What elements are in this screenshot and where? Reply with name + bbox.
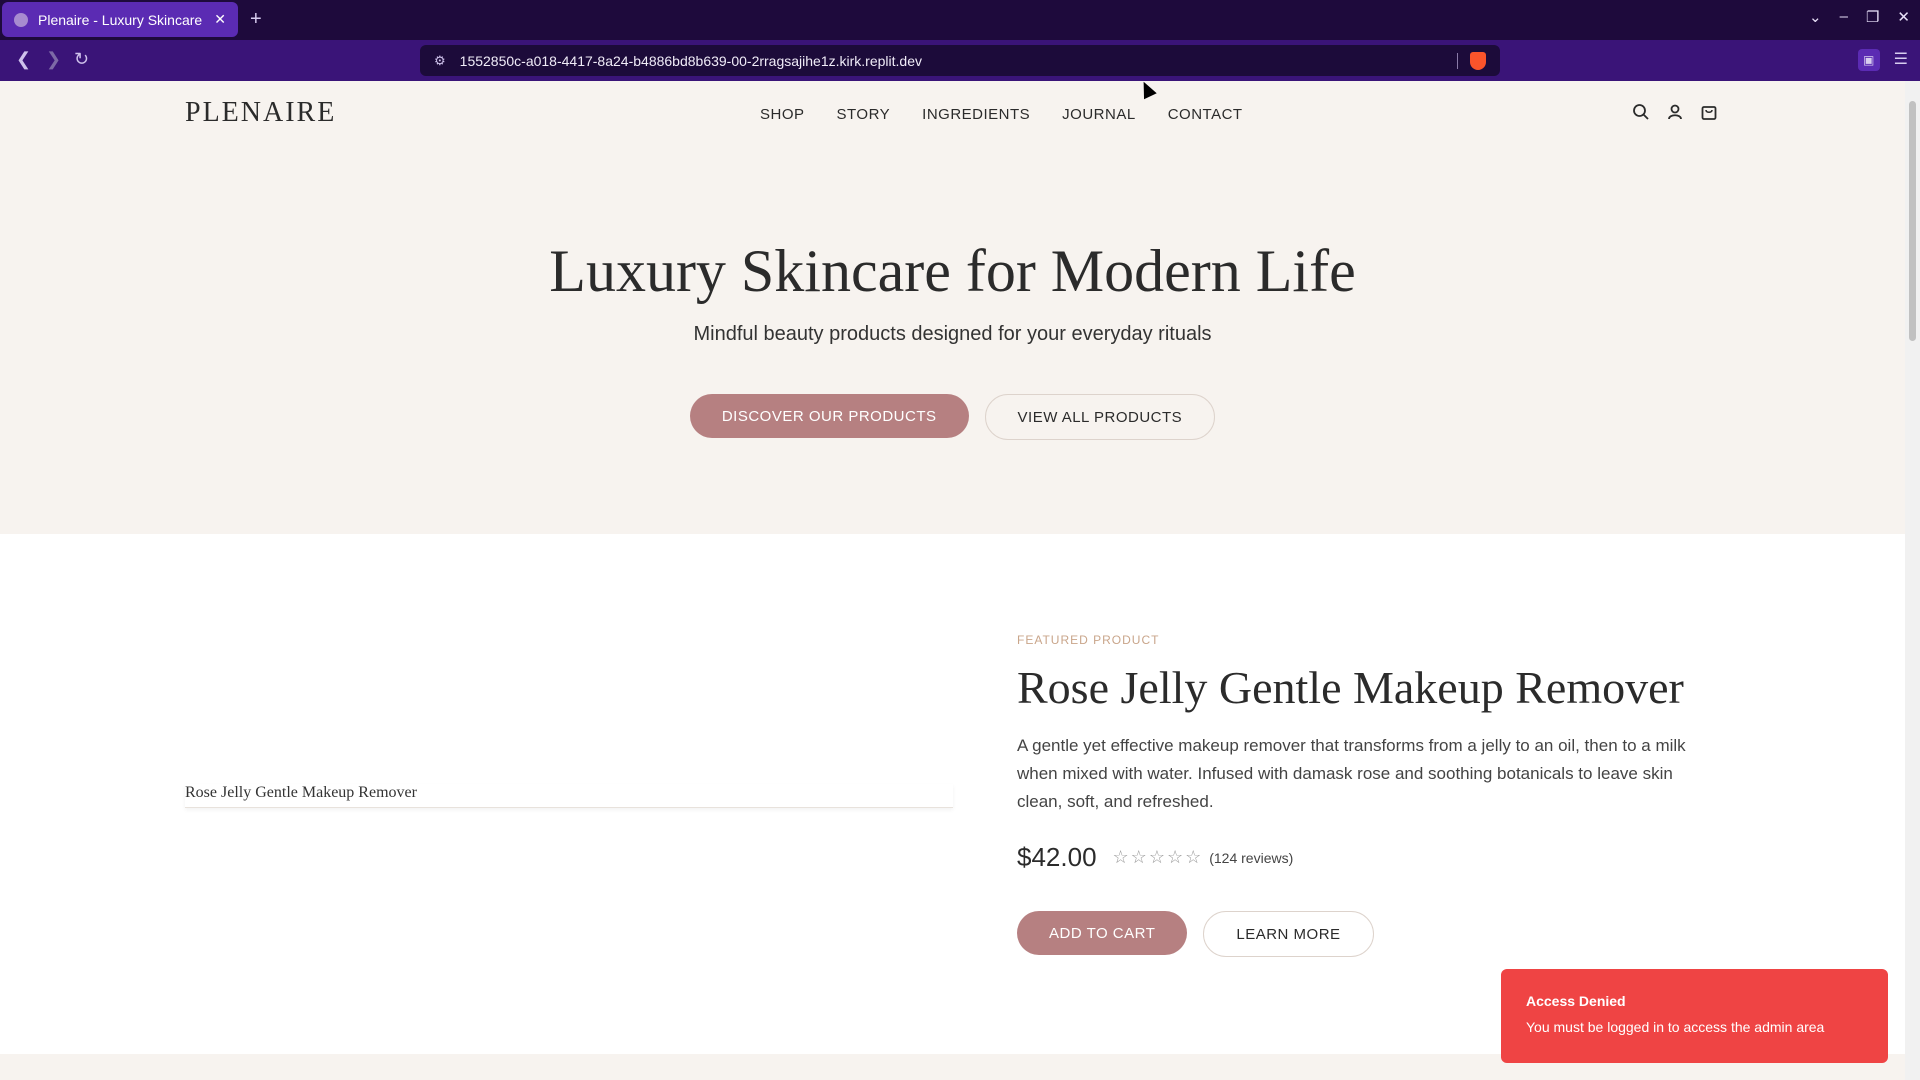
maximize-icon[interactable]: ❐ xyxy=(1866,8,1879,26)
globe-icon xyxy=(14,12,28,27)
nav-shop[interactable]: SHOP xyxy=(760,106,805,123)
toolbar-right: ▣ ☰ xyxy=(1857,49,1908,71)
close-window-icon[interactable]: ✕ xyxy=(1897,8,1910,26)
nav-contact[interactable]: CONTACT xyxy=(1168,106,1243,123)
menu-icon[interactable]: ☰ xyxy=(1894,49,1908,71)
product-info: FEATURED PRODUCT Rose Jelly Gentle Makeu… xyxy=(1017,633,1717,957)
tab-list-icon[interactable]: ⌄ xyxy=(1809,8,1822,26)
reload-icon[interactable]: ↻ xyxy=(74,49,89,70)
address-divider xyxy=(1457,52,1458,69)
price-row: $42.00 ☆ ☆ ☆ ☆ ☆ (124 reviews) xyxy=(1017,842,1717,873)
scrollbar-thumb[interactable] xyxy=(1909,101,1916,341)
nav-ingredients[interactable]: INGREDIENTS xyxy=(922,106,1030,123)
star-icon: ☆ xyxy=(1166,847,1184,867)
star-icon: ☆ xyxy=(1185,847,1202,867)
main-nav: SHOP STORY INGREDIENTS JOURNAL CONTACT xyxy=(760,106,1243,123)
browser-toolbar: ❮ ❯ ↻ ⚙ 1552850c-a018-4417-8a24-b4886bd8… xyxy=(0,40,1920,81)
site-header: PLENAIRE SHOP STORY INGREDIENTS JOURNAL … xyxy=(0,81,1905,149)
learn-more-button[interactable]: LEARN MORE xyxy=(1203,911,1374,957)
forward-icon[interactable]: ❯ xyxy=(46,49,61,70)
site-logo[interactable]: PLENAIRE xyxy=(185,97,336,129)
header-icons xyxy=(1632,103,1718,121)
review-count[interactable]: (124 reviews) xyxy=(1209,850,1293,866)
nav-story[interactable]: STORY xyxy=(837,106,891,123)
star-icon: ☆ xyxy=(1130,847,1147,867)
url-text[interactable]: 1552850c-a018-4417-8a24-b4886bd8b639-00-… xyxy=(460,53,1457,69)
discover-products-button[interactable]: DISCOVER OUR PRODUCTS xyxy=(689,394,969,438)
product-title: Rose Jelly Gentle Makeup Remover xyxy=(1017,662,1684,713)
address-bar[interactable]: ⚙ 1552850c-a018-4417-8a24-b4886bd8b639-0… xyxy=(420,45,1500,76)
access-denied-toast[interactable]: Access Denied You must be logged in to a… xyxy=(1501,969,1888,1063)
nav-journal[interactable]: JOURNAL xyxy=(1062,106,1136,123)
window-controls: ⌄ – ❐ ✕ xyxy=(1809,8,1910,26)
back-icon[interactable]: ❮ xyxy=(16,49,31,70)
site-settings-icon[interactable]: ⚙ xyxy=(434,53,446,69)
page-viewport: PLENAIRE SHOP STORY INGREDIENTS JOURNAL … xyxy=(0,81,1905,1080)
close-tab-icon[interactable]: ✕ xyxy=(214,11,226,28)
product-price: $42.00 xyxy=(1017,842,1097,872)
page-scrollbar[interactable] xyxy=(1905,81,1920,1080)
hero-buttons: DISCOVER OUR PRODUCTS VIEW ALL PRODUCTS xyxy=(0,394,1905,440)
minimize-icon[interactable]: – xyxy=(1840,8,1848,26)
hero-title: Luxury Skincare for Modern Life xyxy=(549,238,1356,304)
search-icon[interactable] xyxy=(1632,103,1650,121)
view-all-products-button[interactable]: VIEW ALL PRODUCTS xyxy=(984,394,1216,440)
account-icon[interactable] xyxy=(1666,103,1684,121)
brave-shields-icon[interactable] xyxy=(1470,51,1486,70)
wallet-icon[interactable]: ▣ xyxy=(1857,49,1880,71)
toast-message: You must be logged in to access the admi… xyxy=(1526,1019,1825,1035)
rating-stars: ☆ ☆ ☆ ☆ ☆ xyxy=(1113,847,1202,868)
cart-icon[interactable] xyxy=(1700,103,1718,121)
product-description: A gentle yet effective makeup remover th… xyxy=(1017,736,1686,811)
tab-title: Plenaire - Luxury Skincare xyxy=(38,11,203,28)
new-tab-icon[interactable]: + xyxy=(250,8,262,31)
product-buttons: ADD TO CART LEARN MORE xyxy=(1017,911,1717,957)
hero-subtitle: Mindful beauty products designed for you… xyxy=(693,323,1212,345)
browser-tab[interactable]: Plenaire - Luxury Skincare ✕ xyxy=(2,2,238,37)
add-to-cart-button[interactable]: ADD TO CART xyxy=(1017,911,1188,955)
featured-eyebrow: FEATURED PRODUCT xyxy=(1017,633,1160,647)
star-icon: ☆ xyxy=(1112,847,1129,867)
star-icon: ☆ xyxy=(1148,847,1165,867)
browser-tabbar: Plenaire - Luxury Skincare ✕ + ⌄ – ❐ ✕ xyxy=(0,0,1920,40)
product-image[interactable]: Rose Jelly Gentle Makeup Remover xyxy=(185,784,953,808)
toast-title: Access Denied xyxy=(1526,993,1626,1009)
hero-section: Luxury Skincare for Modern Life Mindful … xyxy=(0,149,1905,534)
